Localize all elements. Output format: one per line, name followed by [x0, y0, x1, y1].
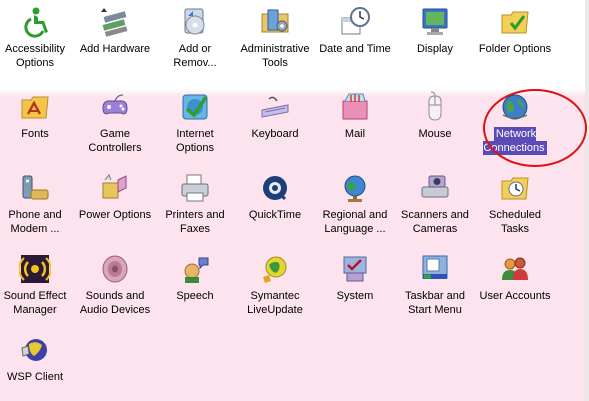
user-accounts-icon [499, 253, 531, 285]
control-panel-item-folder-options[interactable]: Folder Options [475, 2, 555, 72]
folder-options-icon [499, 6, 531, 38]
item-label: Scanners and Cameras [401, 209, 469, 235]
control-panel-item-scheduled-tasks[interactable]: Scheduled Tasks [475, 168, 555, 238]
item-label: Fonts [21, 128, 49, 140]
date-time-icon [339, 6, 371, 38]
item-label: Date and Time [319, 43, 391, 55]
globe-icon [339, 172, 371, 204]
control-panel-item-liveupdate[interactable]: Symantec LiveUpdate [235, 249, 315, 319]
item-label: QuickTime [248, 209, 302, 221]
mouse-icon [419, 91, 451, 123]
item-label: Phone and Modem ... [8, 209, 62, 235]
keyboard-icon [259, 91, 291, 123]
quicktime-icon [259, 172, 291, 204]
control-panel-item-add-remove-programs[interactable]: Add or Remov... [155, 2, 235, 72]
wsp-client-icon [19, 334, 51, 366]
printer-icon [179, 172, 211, 204]
control-panel-item-speaker[interactable]: Sounds and Audio Devices [75, 249, 155, 319]
item-label: Regional and Language ... [322, 209, 388, 235]
internet-options-icon [179, 91, 211, 123]
control-panel-item-display[interactable]: Display [395, 2, 475, 72]
add-hardware-icon [99, 6, 131, 38]
control-panel-item-date-time[interactable]: Date and Time [315, 2, 395, 72]
item-label: Mail [344, 128, 366, 140]
control-panel-item-phone-modem[interactable]: Phone and Modem ... [0, 168, 75, 238]
control-panel-item-accessibility[interactable]: Accessibility Options [0, 2, 75, 72]
item-label: Taskbar and Start Menu [405, 290, 465, 316]
administrative-tools-icon [259, 6, 291, 38]
control-panel-item-network-connections[interactable]: Network Connections [475, 87, 555, 157]
control-panel-item-game-controller[interactable]: Game Controllers [75, 87, 155, 157]
item-label: Administrative Tools [240, 43, 310, 69]
item-label: Folder Options [478, 43, 552, 55]
item-label: Scheduled Tasks [489, 209, 541, 235]
item-label: Keyboard [251, 128, 299, 140]
display-icon [419, 6, 451, 38]
item-label: Display [416, 43, 454, 55]
control-panel-item-mouse[interactable]: Mouse [395, 87, 475, 157]
sound-effect-icon [19, 253, 51, 285]
power-options-icon [99, 172, 131, 204]
item-label: Speech [176, 290, 214, 302]
control-panel-item-mail[interactable]: Mail [315, 87, 395, 157]
accessibility-icon [19, 6, 51, 38]
control-panel-item-internet-options[interactable]: Internet Options [155, 87, 235, 157]
control-panel-item-scanner-camera[interactable]: Scanners and Cameras [395, 168, 475, 238]
control-panel-icon-grid: Accessibility Options Add Hardware Add or … [0, 0, 589, 401]
control-panel-item-quicktime[interactable]: QuickTime [235, 168, 315, 238]
control-panel-item-printer[interactable]: Printers and Faxes [155, 168, 235, 238]
item-label: Game Controllers [88, 128, 142, 154]
phone-modem-icon [19, 172, 51, 204]
taskbar-icon [419, 253, 451, 285]
speaker-icon [99, 253, 131, 285]
speech-icon [179, 253, 211, 285]
fonts-folder-icon [19, 91, 51, 123]
mail-icon [339, 91, 371, 123]
item-label: Internet Options [176, 128, 214, 154]
control-panel-item-speech[interactable]: Speech [155, 249, 235, 319]
control-panel-item-system[interactable]: System [315, 249, 395, 319]
scanner-camera-icon [419, 172, 451, 204]
item-label: Printers and Faxes [165, 209, 225, 235]
game-controller-icon [99, 91, 131, 123]
item-label: User Accounts [479, 290, 551, 302]
item-label: Sounds and Audio Devices [79, 290, 151, 316]
item-label: System [336, 290, 374, 302]
item-label: Accessibility Options [5, 43, 65, 69]
scheduled-tasks-icon [499, 172, 531, 204]
control-panel-item-taskbar[interactable]: Taskbar and Start Menu [395, 249, 475, 319]
item-label: Add Hardware [79, 43, 151, 55]
control-panel-item-globe[interactable]: Regional and Language ... [315, 168, 395, 238]
control-panel-item-administrative-tools[interactable]: Administrative Tools [235, 2, 315, 72]
control-panel-item-add-hardware[interactable]: Add Hardware [75, 2, 155, 72]
item-label: Power Options [78, 209, 152, 221]
liveupdate-icon [259, 253, 291, 285]
control-panel-item-sound-effect[interactable]: Sound Effect Manager [0, 249, 75, 319]
control-panel-item-fonts-folder[interactable]: Fonts [0, 87, 75, 157]
item-label: Add or Remov... [173, 43, 217, 69]
item-label: Symantec LiveUpdate [247, 290, 303, 316]
system-icon [339, 253, 371, 285]
add-remove-programs-icon [179, 6, 211, 38]
control-panel-item-wsp-client[interactable]: WSP Client [0, 330, 75, 400]
network-connections-icon [499, 91, 531, 123]
item-label: WSP Client [6, 371, 64, 383]
item-label: Mouse [418, 128, 452, 140]
control-panel-item-power-options[interactable]: Power Options [75, 168, 155, 238]
control-panel-item-keyboard[interactable]: Keyboard [235, 87, 315, 157]
item-label: Sound Effect Manager [3, 290, 67, 316]
control-panel-item-user-accounts[interactable]: User Accounts [475, 249, 555, 319]
item-label: Network Connections [483, 127, 547, 155]
